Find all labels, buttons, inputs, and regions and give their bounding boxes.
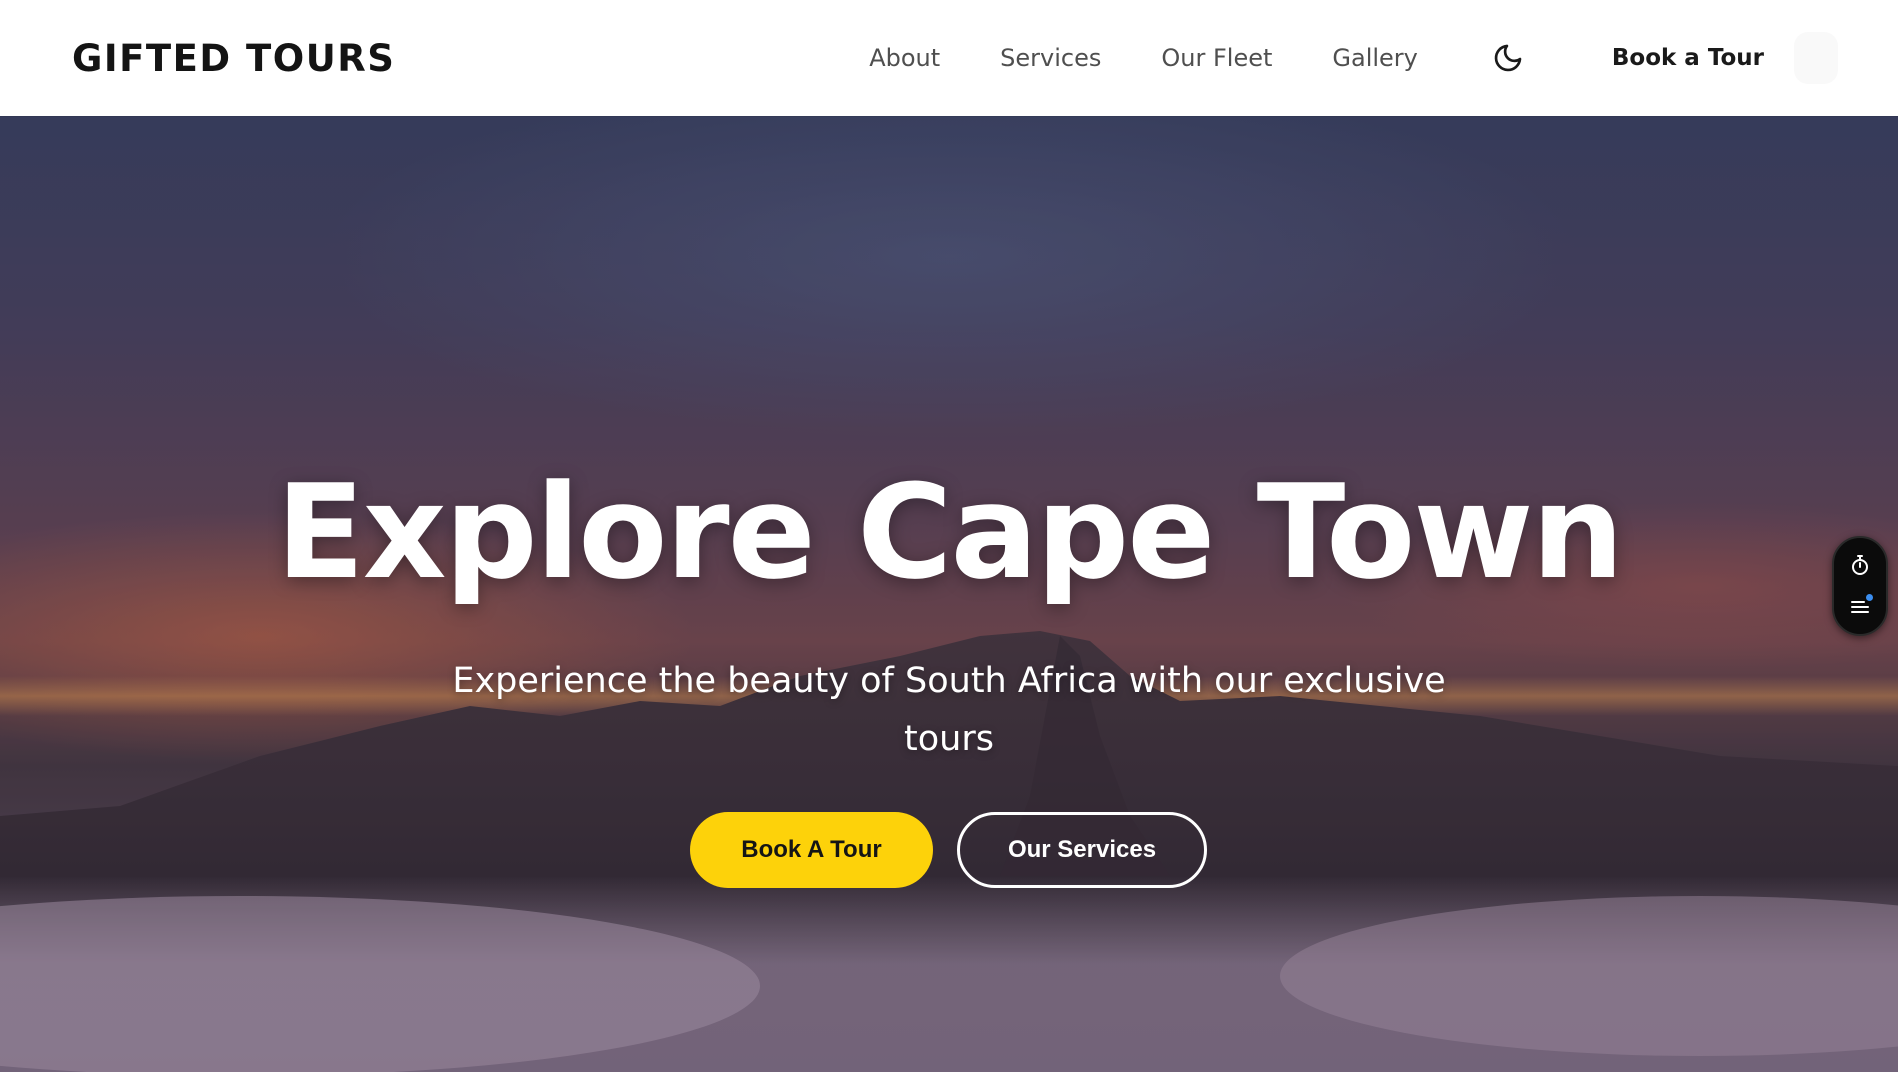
nav-link-our-fleet[interactable]: Our Fleet <box>1161 44 1272 72</box>
nav-link-gallery[interactable]: Gallery <box>1332 44 1417 72</box>
floating-side-widget <box>1832 536 1888 636</box>
site-header: GIFTED TOURS About Services Our Fleet Ga… <box>0 0 1898 116</box>
main-nav: About Services Our Fleet Gallery <box>869 44 1418 72</box>
our-services-button[interactable]: Our Services <box>957 812 1207 888</box>
header-ghost-button <box>1794 32 1838 84</box>
stopwatch-button[interactable] <box>1845 550 1875 580</box>
menu-list-button[interactable] <box>1845 592 1875 622</box>
stopwatch-icon <box>1852 555 1868 575</box>
hero-section: Explore Cape Town Experience the beauty … <box>0 116 1898 1072</box>
hero-title: Explore Cape Town <box>275 456 1624 608</box>
nav-link-about[interactable]: About <box>869 44 940 72</box>
notification-dot <box>1866 594 1873 601</box>
header-book-tour-button[interactable]: Book a Tour <box>1612 45 1764 71</box>
site-logo[interactable]: GIFTED TOURS <box>72 37 395 80</box>
book-tour-button[interactable]: Book A Tour <box>690 812 933 888</box>
moon-icon <box>1494 44 1522 72</box>
hero-subtitle: Experience the beauty of South Africa wi… <box>452 661 1446 759</box>
nav-link-services[interactable]: Services <box>1000 44 1101 72</box>
theme-toggle-button[interactable] <box>1490 40 1526 76</box>
